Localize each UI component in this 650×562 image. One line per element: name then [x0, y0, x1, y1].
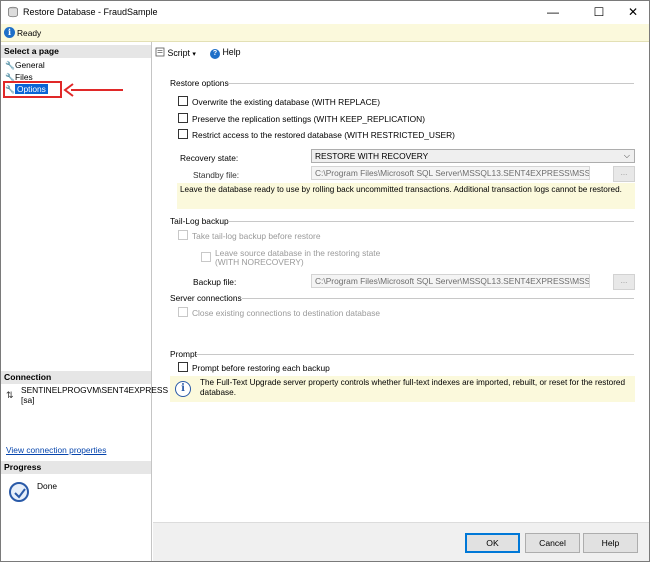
- take-tail-log-checkbox[interactable]: [178, 230, 188, 240]
- restore-options-header: Restore options: [170, 78, 229, 88]
- server-connections-header: Server connections: [170, 293, 242, 303]
- backup-file-label: Backup file:: [193, 277, 237, 287]
- select-page-header: Select a page: [1, 45, 151, 58]
- ok-button[interactable]: OK: [465, 533, 520, 553]
- connection-header: Connection: [1, 371, 151, 384]
- script-button[interactable]: Script ▾: [155, 47, 196, 58]
- window-title: Restore Database - FraudSample: [23, 7, 158, 17]
- restore-database-window: Restore Database - FraudSample — ☐ ✕ i R…: [0, 0, 650, 562]
- help-button[interactable]: ? Help: [210, 47, 241, 59]
- info-icon: i: [175, 381, 191, 397]
- recovery-note: Leave the database ready to use by rolli…: [177, 183, 635, 209]
- script-icon: [155, 47, 165, 57]
- cancel-button[interactable]: Cancel: [525, 533, 580, 553]
- close-button[interactable]: ✕: [618, 1, 648, 24]
- connection-icon: ⇅: [6, 390, 14, 400]
- divider: [229, 221, 634, 222]
- info-icon: i: [4, 27, 15, 38]
- fulltext-note: The Full-Text Upgrade server property co…: [170, 376, 635, 402]
- progress-header: Progress: [1, 461, 151, 474]
- preserve-replication-checkbox[interactable]: [178, 113, 188, 123]
- prompt-header: Prompt: [170, 349, 197, 359]
- highlight-box: [3, 81, 62, 98]
- divider: [228, 83, 634, 84]
- options-pane: Script ▾ ? Help Restore options Overwrit…: [153, 42, 649, 522]
- tail-log-header: Tail-Log backup: [170, 216, 229, 226]
- overwrite-label: Overwrite the existing database (WITH RE…: [192, 97, 381, 107]
- help-icon: ?: [210, 49, 220, 59]
- standby-file-input[interactable]: C:\Program Files\Microsoft SQL Server\MS…: [311, 166, 590, 180]
- recovery-state-select[interactable]: RESTORE WITH RECOVERY ⌵: [311, 149, 635, 163]
- done-check-icon: [9, 482, 29, 502]
- restrict-access-checkbox[interactable]: [178, 129, 188, 139]
- backup-file-input[interactable]: C:\Program Files\Microsoft SQL Server\MS…: [311, 274, 590, 288]
- overwrite-checkbox[interactable]: [178, 96, 188, 106]
- divider: [196, 354, 634, 355]
- norecovery-label: (WITH NORECOVERY): [215, 257, 304, 267]
- status-bar: i Ready: [1, 24, 649, 42]
- close-connections-checkbox[interactable]: [178, 307, 188, 317]
- database-icon: [8, 6, 18, 18]
- dialog-footer: OK Cancel Help: [153, 522, 649, 561]
- standby-browse-button[interactable]: ...: [613, 166, 635, 182]
- restrict-access-label: Restrict access to the restored database…: [192, 130, 455, 140]
- chevron-down-icon: ▾: [192, 51, 196, 58]
- progress-status: Done: [37, 481, 58, 491]
- prompt-before-checkbox[interactable]: [178, 362, 188, 372]
- preserve-replication-label: Preserve the replication settings (WITH …: [192, 114, 426, 124]
- page-general[interactable]: 🔧General: [5, 59, 45, 71]
- arrow-left-icon: [63, 83, 123, 97]
- divider: [242, 298, 634, 299]
- take-tail-log-label: Take tail-log backup before restore: [192, 231, 321, 241]
- maximize-button[interactable]: ☐: [584, 1, 614, 24]
- view-connection-properties-link[interactable]: View connection properties: [6, 445, 106, 455]
- minimize-button[interactable]: —: [538, 1, 568, 24]
- chevron-down-icon: ⌵: [623, 151, 630, 160]
- leave-source-checkbox[interactable]: [201, 252, 211, 262]
- close-connections-label: Close existing connections to destinatio…: [192, 308, 381, 318]
- status-text: Ready: [17, 28, 42, 38]
- title-bar: Restore Database - FraudSample — ☐ ✕: [1, 1, 649, 24]
- backup-browse-button[interactable]: ...: [613, 274, 635, 290]
- connection-text: SENTINELPROGVM\SENT4EXPRESS [sa]: [21, 385, 169, 405]
- recovery-state-label: Recovery state:: [180, 153, 239, 163]
- help-footer-button[interactable]: Help: [583, 533, 638, 553]
- prompt-before-label: Prompt before restoring each backup: [192, 363, 330, 373]
- standby-file-label: Standby file:: [193, 170, 240, 180]
